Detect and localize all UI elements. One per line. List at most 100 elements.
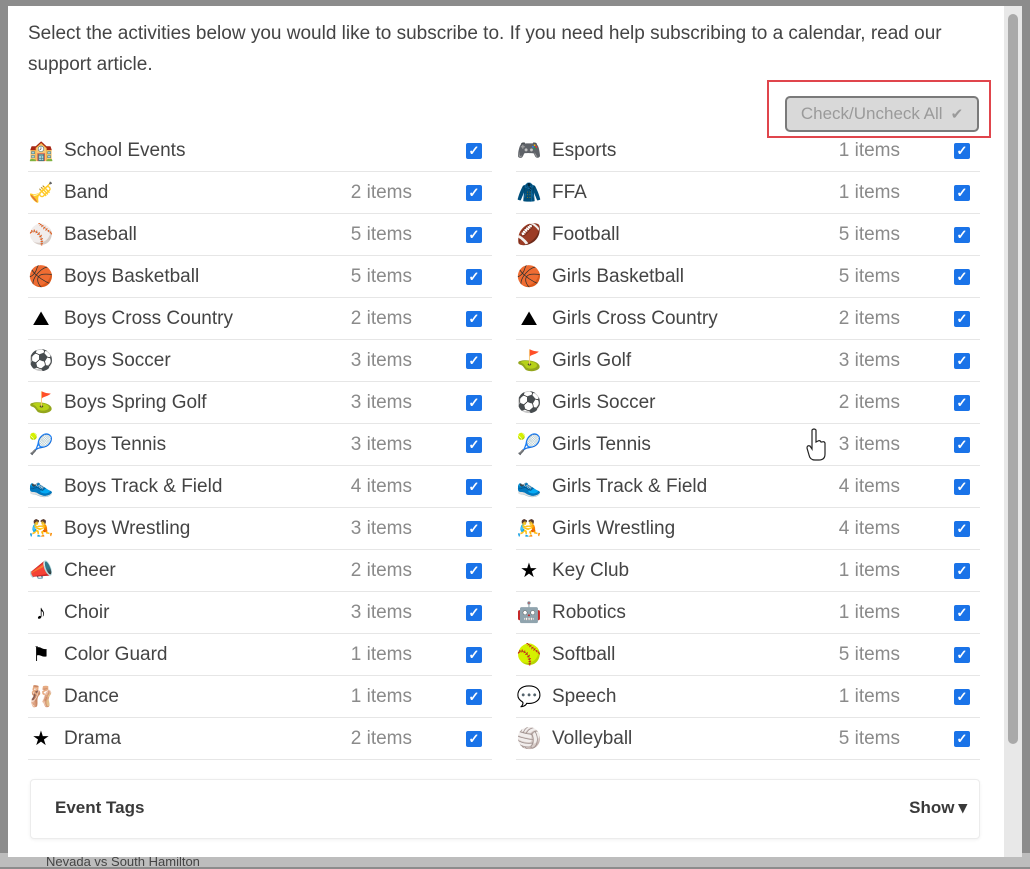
activity-row[interactable]: 📣 Cheer 2 items ✓ xyxy=(28,550,492,592)
activity-row[interactable]: 🎺 Band 2 items ✓ xyxy=(28,172,492,214)
activity-checkbox[interactable]: ✓ xyxy=(466,730,482,747)
activity-checkbox[interactable]: ✓ xyxy=(954,184,970,201)
activity-checkbox[interactable]: ✓ xyxy=(954,394,970,411)
activity-row[interactable]: 🧥 FFA 1 items ✓ xyxy=(516,172,980,214)
activity-row[interactable]: ⚽ Boys Soccer 3 items ✓ xyxy=(28,340,492,382)
activity-row[interactable]: 💬 Speech 1 items ✓ xyxy=(516,676,980,718)
activity-column-left: 🏫 School Events ✓ 🎺 Band 2 items ✓ ⚾ Baseball 5 i… xyxy=(28,130,492,760)
activity-row[interactable]: ★ Key Club 1 items ✓ xyxy=(516,550,980,592)
activity-checkbox[interactable]: ✓ xyxy=(466,268,482,285)
activity-name: Girls Soccer xyxy=(552,391,656,413)
softball-icon: 🥎 xyxy=(516,643,542,666)
activity-row[interactable]: ⛳ Girls Golf 3 items ✓ xyxy=(516,340,980,382)
activity-checkbox[interactable]: ✓ xyxy=(466,310,482,327)
activity-row[interactable]: 👟 Boys Track & Field 4 items ✓ xyxy=(28,466,492,508)
activity-checkbox[interactable]: ✓ xyxy=(466,520,482,537)
activity-row[interactable]: ⛰ Boys Cross Country 2 items ✓ xyxy=(28,298,492,340)
activity-row[interactable]: 🏐 Volleyball 5 items ✓ xyxy=(516,718,980,760)
activity-row[interactable]: ⚾ Baseball 5 items ✓ xyxy=(28,214,492,256)
activity-checkbox[interactable]: ✓ xyxy=(466,394,482,411)
scrollbar[interactable] xyxy=(1004,6,1022,857)
activity-name: Girls Basketball xyxy=(552,265,684,287)
activity-checkbox[interactable]: ✓ xyxy=(954,436,970,453)
activity-name: Softball xyxy=(552,643,616,665)
show-label: Show xyxy=(909,798,955,817)
activity-checkbox[interactable]: ✓ xyxy=(466,604,482,621)
activity-checkbox[interactable]: ✓ xyxy=(466,688,482,705)
activity-checkbox[interactable]: ✓ xyxy=(466,142,482,159)
activity-row[interactable]: 🤼 Boys Wrestling 3 items ✓ xyxy=(28,508,492,550)
activity-checkbox[interactable]: ✓ xyxy=(466,562,482,579)
check-uncheck-all-button[interactable]: Check/Uncheck All ✔ xyxy=(785,96,979,132)
activity-checkbox[interactable]: ✓ xyxy=(954,604,970,621)
running-shoe-icon: 👟 xyxy=(28,475,54,498)
activity-row[interactable]: 🏀 Boys Basketball 5 items ✓ xyxy=(28,256,492,298)
activity-name: Baseball xyxy=(64,223,137,245)
show-event-tags-toggle[interactable]: Show ▾ xyxy=(909,798,967,818)
activity-row[interactable]: 🤖 Robotics 1 items ✓ xyxy=(516,592,980,634)
activity-count: 3 items xyxy=(350,349,412,371)
activity-row[interactable]: ⛳ Boys Spring Golf 3 items ✓ xyxy=(28,382,492,424)
volleyball-icon: 🏐 xyxy=(516,727,542,750)
activity-row[interactable]: ★ Drama 2 items ✓ xyxy=(28,718,492,760)
scrollbar-thumb[interactable] xyxy=(1008,14,1018,744)
activity-count: 1 items xyxy=(838,139,900,161)
activity-row[interactable]: 🎮 Esports 1 items ✓ xyxy=(516,130,980,172)
activity-checkbox[interactable]: ✓ xyxy=(954,268,970,285)
activity-name: Boys Wrestling xyxy=(64,517,191,539)
basketball-icon: 🏀 xyxy=(516,265,542,288)
activity-checkbox[interactable]: ✓ xyxy=(466,184,482,201)
activity-count: 1 items xyxy=(838,601,900,623)
activity-row[interactable]: 🥎 Softball 5 items ✓ xyxy=(516,634,980,676)
activity-row[interactable]: 👟 Girls Track & Field 4 items ✓ xyxy=(516,466,980,508)
activity-count: 5 items xyxy=(838,265,900,287)
activity-checkbox[interactable]: ✓ xyxy=(954,310,970,327)
caret-down-icon: ▾ xyxy=(958,798,967,817)
activity-column-right: 🎮 Esports 1 items ✓ 🧥 FFA 1 items ✓ 🏈 Football 5 i… xyxy=(516,130,980,760)
activity-row[interactable]: 🎾 Boys Tennis 3 items ✓ xyxy=(28,424,492,466)
activity-checkbox[interactable]: ✓ xyxy=(954,520,970,537)
activity-checkbox[interactable]: ✓ xyxy=(466,436,482,453)
activity-row[interactable]: ♪ Choir 3 items ✓ xyxy=(28,592,492,634)
activity-checkbox[interactable]: ✓ xyxy=(954,730,970,747)
activity-name: Boys Spring Golf xyxy=(64,391,207,413)
wrestling-headgear-icon: 🤼 xyxy=(28,517,54,540)
activity-checkbox[interactable]: ✓ xyxy=(466,352,482,369)
hand-cursor-icon xyxy=(806,428,826,461)
activity-checkbox[interactable]: ✓ xyxy=(954,478,970,495)
football-icon: 🏈 xyxy=(516,223,542,246)
activity-checkbox[interactable]: ✓ xyxy=(954,688,970,705)
activity-checkbox[interactable]: ✓ xyxy=(954,226,970,243)
activity-checkbox[interactable]: ✓ xyxy=(954,142,970,159)
robot-icon: 🤖 xyxy=(516,601,542,624)
activity-row[interactable]: ⚑ Color Guard 1 items ✓ xyxy=(28,634,492,676)
flag-icon: ⚑ xyxy=(32,643,50,666)
activity-checkbox[interactable]: ✓ xyxy=(954,562,970,579)
activity-count: 2 items xyxy=(350,727,412,749)
golf-green-icon: ⛳ xyxy=(28,391,54,414)
activity-checkbox[interactable]: ✓ xyxy=(466,478,482,495)
activity-checkbox[interactable]: ✓ xyxy=(466,646,482,663)
activity-row[interactable]: 🤼 Girls Wrestling 4 items ✓ xyxy=(516,508,980,550)
activity-row[interactable]: 🎾 Girls Tennis 3 items ✓ xyxy=(516,424,980,466)
activity-checkbox[interactable]: ✓ xyxy=(954,646,970,663)
golf-green-icon: ⛳ xyxy=(516,349,542,372)
activity-name: Boys Cross Country xyxy=(64,307,233,329)
activity-count: 3 items xyxy=(350,517,412,539)
activity-row[interactable]: ⚽ Girls Soccer 2 items ✓ xyxy=(516,382,980,424)
activity-name: Esports xyxy=(552,139,617,161)
activity-checkbox[interactable]: ✓ xyxy=(954,352,970,369)
activity-row[interactable]: 🩰 Dance 1 items ✓ xyxy=(28,676,492,718)
activity-name: Key Club xyxy=(552,559,630,581)
activity-row[interactable]: ⛰ Girls Cross Country 2 items ✓ xyxy=(516,298,980,340)
subscribe-modal: Select the activities below you would li… xyxy=(8,6,1004,857)
mountain-icon: ⛰ xyxy=(32,307,50,330)
activity-row[interactable]: 🏫 School Events ✓ xyxy=(28,130,492,172)
activity-row[interactable]: 🏈 Football 5 items ✓ xyxy=(516,214,980,256)
game-controller-icon: 🎮 xyxy=(516,139,542,162)
activity-row[interactable]: 🏀 Girls Basketball 5 items ✓ xyxy=(516,256,980,298)
activity-name: Girls Tennis xyxy=(552,433,651,455)
activity-name: Girls Cross Country xyxy=(552,307,718,329)
event-tags-panel: Event Tags Show ▾ xyxy=(30,779,980,839)
activity-checkbox[interactable]: ✓ xyxy=(466,226,482,243)
